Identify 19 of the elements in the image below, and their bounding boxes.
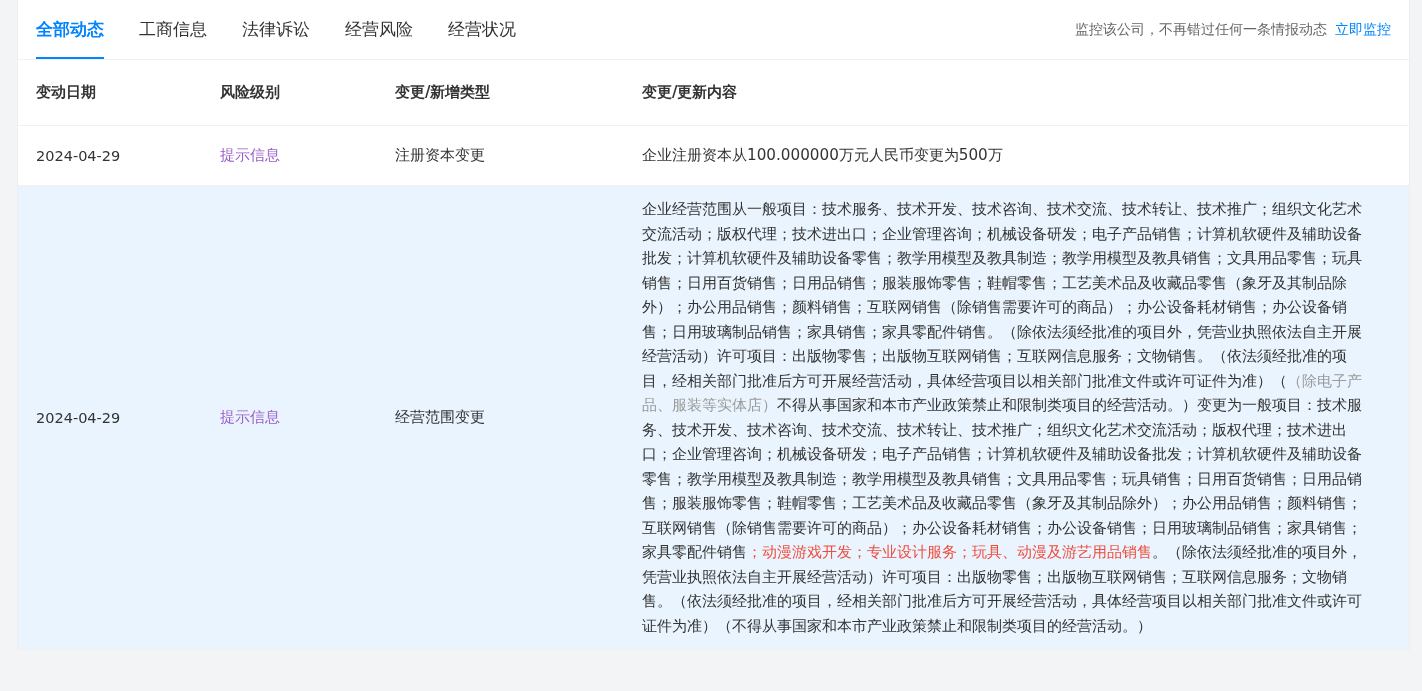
table-cell-text: 2024-04-29 — [36, 409, 122, 426]
tab[interactable]: 工商信息 — [139, 0, 207, 59]
table-cell-text: 注册资本变更 — [395, 146, 486, 165]
change-content: 企业经营范围从一般项目：技术服务、技术开发、技术咨询、技术交流、技术转让、技术推广；组织文化艺术交流活动；版权代理；技术进出口；企业管理咨询；机械设备研发；电子产品销售；计算机软硬件及辅助设备批发；计算机软硬件及辅助设备零售；教学用模型及教具制造；教学用模型及教具销售；文具用品零售；玩具销售；日用百货销售；日用品销售；服装服饰零售；鞋帽零售；工艺美术品及收藏品零售（象牙及其制品除外）；办公用品销售；颜料销售；互联网销售（除销售需要许可的商品）；办公设备耗材销售；办公设备销售；日用玻璃制品销售；家具销售；家具零配件销售。（除依法须经批准的项目外，凭营业执照依法自主开展经营活动）许可项目：出版物零售；出版物互联网销售；互联网信息服务；文物销售。（依法须经批准的项目，经相关部门批准后方可开展经营活动，具体经营项目以相关部门批准文件或许可证件为准）（（除电子产品、服装等实体店）不得从事国家和本市产业政策禁止和限制类项目的经营活动。）变更为一般项目：技术服务、技术开发、技术咨询、技术交流、技术转让、技术推广；组织文化艺术交流活动；版权代理；技术进出口；企业管理咨询；机械设备研发；电子产品销售；计算机软硬件及辅助设备批发；计算机软硬件及辅助设备零售；教学用模型及教具制造；教学用模型及教具销售；文具用品零售；玩具销售；日用百货销售；日用品销售；服装服饰零售；鞋帽零售；工艺美术品及收藏品零售（象牙及其制品除外）；办公用品销售；颜料销售；互联网销售（除销售需要许可的商品）；办公设备耗材销售；办公设备销售；日用玻璃制品销售；家具销售；家具零配件销售；动漫游戏开发；专业设计服务；玩具、动漫及游艺用品销售。（除依法须经批准的项目外，凭营业执照依法自主开展经营活动）许可项目：出版物零售；出版物互联网销售；互联网信息服务；文物销售。（依法须经批准的项目，经相关部门批准后方可开展经营活动，具体经营项目以相关部门批准文件或许可证件为准）（不得从事国家和本市产业政策禁止和限制类项目的经营活动。） — [642, 199, 1362, 637]
column-header: 变更/新增类型 — [395, 83, 492, 102]
change-content: 企业注册资本从100.000000万元人民币变更为500万 — [642, 145, 1004, 167]
tab[interactable]: 法律诉讼 — [242, 0, 310, 59]
tab[interactable]: 经营状况 — [448, 0, 516, 59]
table-cell-text: 经营范围变更 — [395, 408, 486, 427]
tab[interactable]: 经营风险 — [345, 0, 413, 59]
risk-level: 提示信息 — [220, 408, 281, 427]
monitor-hint: 监控该公司，不再错过任何一条情报动态 — [1075, 20, 1327, 39]
table-cell-text: 2024-04-29 — [36, 147, 122, 164]
column-header: 变更/更新内容 — [642, 83, 739, 102]
risk-level: 提示信息 — [220, 146, 281, 165]
monitor-link[interactable]: 立即监控 — [1335, 20, 1391, 39]
column-header: 风险级别 — [220, 83, 281, 102]
tab[interactable]: 全部动态 — [36, 0, 104, 59]
column-header: 变动日期 — [36, 83, 97, 102]
